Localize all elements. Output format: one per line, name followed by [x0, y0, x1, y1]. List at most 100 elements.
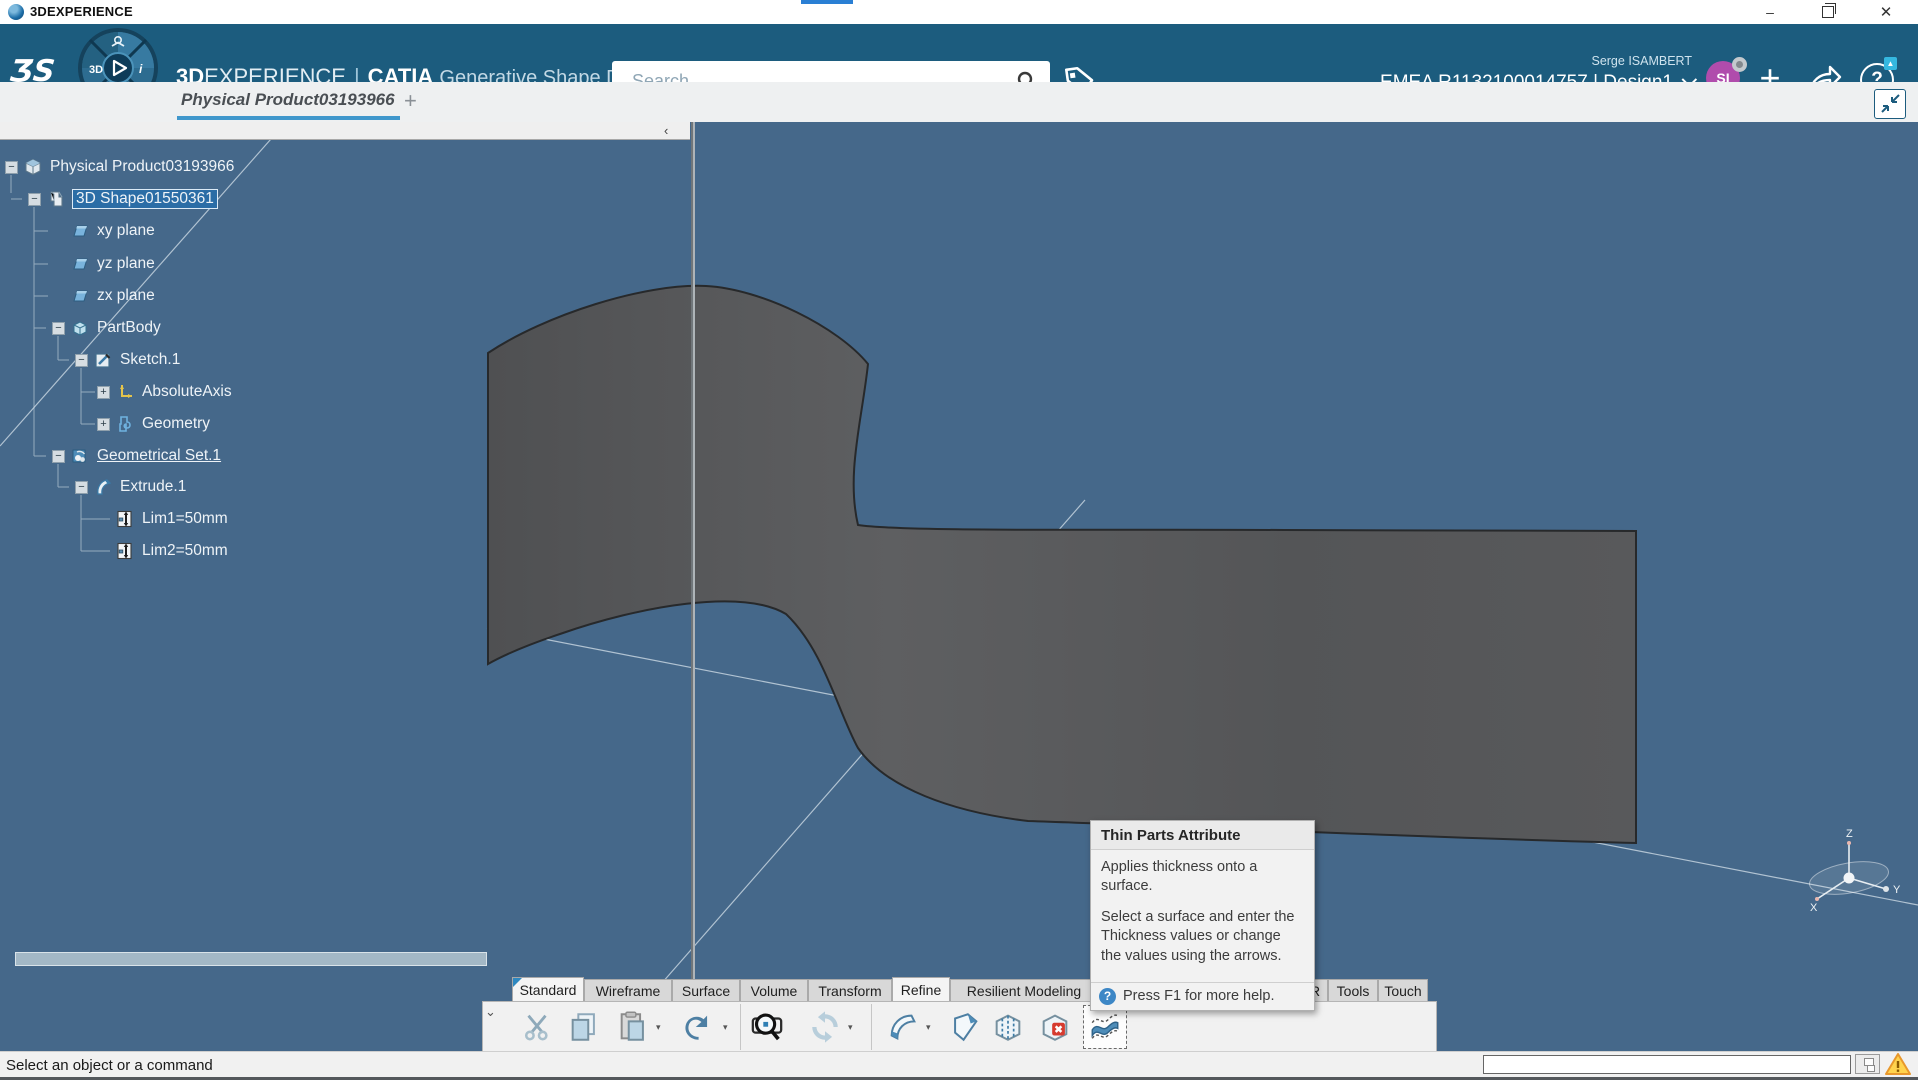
tooltip-footer: Press F1 for more help.	[1123, 988, 1275, 1005]
copy-icon[interactable]	[563, 1006, 605, 1048]
ribbon-tab-tools[interactable]: Tools	[1328, 979, 1378, 1001]
product-icon	[23, 157, 43, 177]
tree-item-yz-plane[interactable]: −yz plane	[52, 253, 155, 275]
tree-item-partbody[interactable]: − PartBody	[52, 317, 161, 339]
tree-item-label[interactable]: PartBody	[97, 319, 161, 337]
tree-expander-minus[interactable]: −	[75, 480, 88, 494]
tree-item-label[interactable]: xy plane	[97, 222, 155, 240]
sweep-icon[interactable]	[882, 1006, 924, 1048]
tree-item-zx-plane[interactable]: −zx plane	[52, 285, 155, 307]
tree-item-label[interactable]: Geometry	[142, 415, 210, 433]
tooltip-line1: Applies thickness onto a surface.	[1101, 859, 1258, 895]
paste-icon[interactable]	[612, 1006, 654, 1048]
paste-dropdown-arrow[interactable]: ▾	[656, 1022, 661, 1033]
user-name: Serge ISAMBERT	[1591, 54, 1692, 68]
thin-parts-attribute-icon[interactable]	[1083, 1005, 1127, 1049]
new-tab-button[interactable]: +	[404, 88, 417, 114]
close-surface-icon[interactable]	[987, 1006, 1029, 1048]
tree-item-label[interactable]: Lim1=50mm	[142, 510, 228, 528]
help-circle-icon: ?	[1099, 987, 1116, 1005]
tree-item-absoluteaxis[interactable]: + AbsoluteAxis	[97, 381, 232, 403]
update-dropdown-arrow[interactable]: ▾	[848, 1022, 853, 1033]
ribbon-tab-standard[interactable]: Standard	[512, 977, 584, 1001]
tree-item-lim1-50mm[interactable]: −Lim1=50mm	[97, 508, 228, 530]
tree-item-geometry[interactable]: + Geometry	[97, 413, 210, 435]
tree-item-xy-plane[interactable]: −xy plane	[52, 220, 155, 242]
tree-item-lim2-50mm[interactable]: −Lim2=50mm	[97, 540, 228, 562]
window-titlebar: 3DEXPERIENCE	[0, 0, 1918, 24]
warning-icon[interactable]	[1884, 1052, 1912, 1076]
panel-divider[interactable]	[691, 122, 695, 1003]
tree-item-label[interactable]: Extrude.1	[120, 478, 186, 496]
tree-item-label[interactable]: Geometrical Set.1	[97, 447, 221, 465]
ribbon-tab-touch[interactable]: Touch	[1378, 979, 1428, 1001]
undo-dropdown-arrow[interactable]: ▾	[723, 1022, 728, 1033]
tree-expander-plus[interactable]: +	[97, 385, 110, 399]
tree-expander-minus[interactable]: −	[52, 449, 65, 463]
window-title: 3DEXPERIENCE	[30, 4, 133, 19]
maximize-button[interactable]	[1805, 0, 1851, 24]
navigation-axes[interactable]: Z Y X	[1807, 828, 1901, 914]
zoom-in-out-icon[interactable]	[746, 1006, 788, 1048]
fill-surface-icon[interactable]	[944, 1006, 986, 1048]
limit-icon	[115, 541, 135, 561]
axis-icon	[115, 382, 135, 402]
close-button[interactable]: ✕	[1863, 0, 1909, 24]
help-notification-badge: ▲	[1884, 57, 1897, 70]
ribbon-tab-surface[interactable]: Surface	[672, 979, 740, 1001]
tree-expander-minus[interactable]: −	[52, 321, 65, 335]
active-tab-underline	[177, 116, 400, 120]
limit-icon	[115, 509, 135, 529]
tree-item-geometrical-set-1[interactable]: − Geometrical Set.1	[52, 445, 221, 467]
ribbon-tab-refine[interactable]: Refine	[892, 977, 950, 1001]
document-tab[interactable]: Physical Product03193966	[181, 90, 395, 110]
restore-icon	[1822, 3, 1836, 18]
tree-item-label[interactable]: AbsoluteAxis	[142, 383, 232, 401]
avatar-status-badge	[1732, 57, 1747, 72]
tree-item-3d-shape01550361[interactable]: − 3D Shape01550361	[28, 188, 218, 210]
tree-expander-minus[interactable]: −	[5, 160, 18, 174]
axis-x-label: X	[1810, 902, 1818, 914]
tree-panel-header[interactable]	[0, 122, 690, 140]
collapse-window-icon[interactable]	[1874, 89, 1906, 119]
tree-item-label[interactable]: Sketch.1	[120, 351, 180, 369]
tree-item-label[interactable]: yz plane	[97, 255, 155, 273]
ribbon-tab-volume[interactable]: Volume	[740, 979, 808, 1001]
plane-icon	[70, 286, 90, 306]
compass-3d-quadrant: 3D	[89, 64, 103, 76]
tooltip-line2: Select a surface and enter the Thickness…	[1101, 909, 1295, 964]
plane-icon	[70, 254, 90, 274]
cut-icon[interactable]	[516, 1006, 558, 1048]
toolbar-separator	[740, 1004, 741, 1050]
tree-item-physical-product03193966[interactable]: − Physical Product03193966	[5, 156, 234, 178]
ribbon-tab-resilient-modeling[interactable]: Resilient Modeling	[950, 979, 1098, 1001]
undo-icon[interactable]	[679, 1006, 721, 1048]
tree-item-label[interactable]: zx plane	[97, 287, 155, 305]
ribbon-tab-transform[interactable]: Transform	[808, 979, 892, 1001]
tree-expander-plus[interactable]: +	[97, 417, 110, 431]
tree-expander-minus[interactable]: −	[75, 353, 88, 367]
tree-item-extrude-1[interactable]: − Extrude.1	[75, 476, 186, 498]
tree-expander-minus[interactable]: −	[28, 192, 41, 206]
viewport-graphics: Z Y X	[0, 122, 1918, 1056]
sweep-dropdown-arrow[interactable]: ▾	[926, 1022, 931, 1033]
body-icon	[70, 318, 90, 338]
plane-icon	[70, 221, 90, 241]
power-input-toggle[interactable]	[1855, 1054, 1880, 1074]
tree-item-label[interactable]: Lim2=50mm	[142, 542, 228, 560]
action-bar-collapse-icon[interactable]: ⌄	[485, 1004, 496, 1020]
extrude-icon	[93, 477, 113, 497]
extruded-surface[interactable]	[487, 284, 1637, 845]
tree-collapse-chevron-icon[interactable]: ‹	[664, 123, 668, 138]
ribbon-tab-wireframe[interactable]: Wireframe	[584, 979, 672, 1001]
horizontal-scrollbar[interactable]	[15, 952, 487, 966]
minimize-button[interactable]: –	[1747, 0, 1793, 24]
shape-icon	[46, 189, 66, 209]
tree-item-label[interactable]: 3D Shape01550361	[72, 189, 218, 209]
update-icon[interactable]	[804, 1006, 846, 1048]
remove-face-icon[interactable]	[1034, 1006, 1076, 1048]
tree-item-label[interactable]: Physical Product03193966	[50, 158, 234, 176]
power-input-field[interactable]	[1483, 1055, 1851, 1074]
gset-icon	[70, 446, 90, 466]
tree-item-sketch-1[interactable]: − Sketch.1	[75, 349, 180, 371]
